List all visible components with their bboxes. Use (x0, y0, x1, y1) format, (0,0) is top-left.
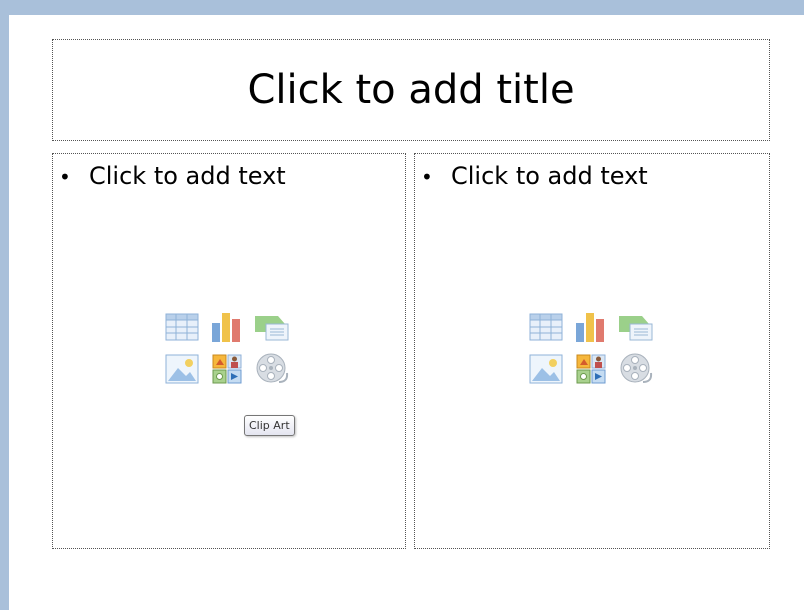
slide: Click to add title • Click to add text C… (9, 15, 804, 610)
insert-clip-art-icon[interactable] (572, 350, 610, 388)
insert-media-clip-icon[interactable] (617, 350, 655, 388)
insert-content-icons (163, 308, 291, 388)
window-frame-left (0, 0, 9, 610)
window-frame-top (0, 0, 804, 15)
insert-table-icon[interactable] (163, 308, 201, 346)
insert-media-clip-icon[interactable] (253, 350, 291, 388)
title-placeholder[interactable]: Click to add title (52, 39, 770, 141)
bullet-icon: • (59, 165, 71, 189)
insert-smartart-icon[interactable] (253, 308, 291, 346)
bullet-text: Click to add text (89, 162, 286, 190)
insert-chart-icon[interactable] (208, 308, 246, 346)
insert-content-icons (527, 308, 655, 388)
insert-picture-icon[interactable] (163, 350, 201, 388)
bullet-text: Click to add text (451, 162, 648, 190)
content-placeholder-left[interactable]: • Click to add text Clip Art (52, 153, 406, 549)
bullet-line: • Click to add text (421, 162, 648, 190)
insert-picture-icon[interactable] (527, 350, 565, 388)
title-placeholder-text: Click to add title (247, 67, 575, 113)
content-placeholder-right[interactable]: • Click to add text (414, 153, 770, 549)
insert-chart-icon[interactable] (572, 308, 610, 346)
insert-clip-art-icon[interactable] (208, 350, 246, 388)
insert-table-icon[interactable] (527, 308, 565, 346)
clip-art-tooltip: Clip Art (244, 415, 295, 436)
bullet-icon: • (421, 165, 433, 189)
bullet-line: • Click to add text (59, 162, 286, 190)
insert-smartart-icon[interactable] (617, 308, 655, 346)
